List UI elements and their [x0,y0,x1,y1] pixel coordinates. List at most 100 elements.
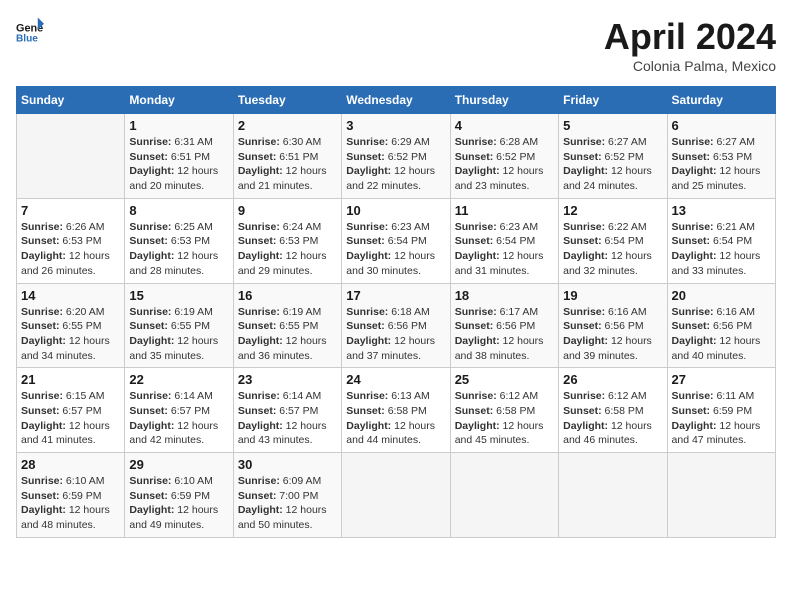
calendar-cell: 22Sunrise: 6:14 AMSunset: 6:57 PMDayligh… [125,368,233,453]
day-info: Sunrise: 6:11 AMSunset: 6:59 PMDaylight:… [672,389,771,448]
calendar-cell: 16 Sunrise: 6:19 AMSunset: 6:55 PMDayligh… [233,283,341,368]
calendar-cell: 15 Sunrise: 6:19 AMSunset: 6:55 PMDayligh… [125,283,233,368]
calendar-cell: 10 Sunrise: 6:23 AMSunset: 6:54 PMDayligh… [342,198,450,283]
weekday-header-friday: Friday [559,87,667,114]
month-title: April 2024 [604,16,776,58]
calendar-cell: 18 Sunrise: 6:17 AMSunset: 6:56 PMDayligh… [450,283,558,368]
day-number: 16 [238,288,337,303]
day-info: Sunrise: 6:14 AMSunset: 6:57 PMDaylight:… [238,389,337,448]
calendar-cell: 4 Sunrise: 6:28 AMSunset: 6:52 PMDaylight… [450,114,558,199]
day-info: Sunrise: 6:16 AMSunset: 6:56 PMDaylight:… [563,305,662,364]
day-number: 25 [455,372,554,387]
day-info: Sunrise: 6:25 AMSunset: 6:53 PMDaylight:… [129,220,228,279]
calendar-cell: 26Sunrise: 6:12 AMSunset: 6:58 PMDayligh… [559,368,667,453]
day-info: Sunrise: 6:16 AMSunset: 6:56 PMDaylight:… [672,305,771,364]
calendar-cell: 24Sunrise: 6:13 AMSunset: 6:58 PMDayligh… [342,368,450,453]
day-number: 18 [455,288,554,303]
calendar-cell [559,453,667,538]
calendar-cell: 2 Sunrise: 6:30 AMSunset: 6:51 PMDaylight… [233,114,341,199]
day-info: Sunrise: 6:13 AMSunset: 6:58 PMDaylight:… [346,389,445,448]
calendar-week-row: 7Sunrise: 6:26 AMSunset: 6:53 PMDaylight… [17,198,776,283]
calendar-cell [17,114,125,199]
day-number: 11 [455,203,554,218]
calendar-cell: 29 Sunrise: 6:10 AMSunset: 6:59 PMDayligh… [125,453,233,538]
weekday-header-saturday: Saturday [667,87,775,114]
day-number: 8 [129,203,228,218]
day-number: 2 [238,118,337,133]
day-info: Sunrise: 6:30 AMSunset: 6:51 PMDaylight:… [238,135,337,194]
calendar-cell: 30Sunrise: 6:09 AMSunset: 7:00 PMDayligh… [233,453,341,538]
calendar-cell: 5 Sunrise: 6:27 AMSunset: 6:52 PMDaylight… [559,114,667,199]
day-info: Sunrise: 6:23 AMSunset: 6:54 PMDaylight:… [346,220,445,279]
calendar-cell: 28 Sunrise: 6:10 AMSunset: 6:59 PMDayligh… [17,453,125,538]
day-info: Sunrise: 6:17 AMSunset: 6:56 PMDaylight:… [455,305,554,364]
calendar-cell: 1 Sunrise: 6:31 AMSunset: 6:51 PMDaylight… [125,114,233,199]
day-number: 9 [238,203,337,218]
day-number: 21 [21,372,120,387]
day-number: 3 [346,118,445,133]
calendar-cell: 14Sunrise: 6:20 AMSunset: 6:55 PMDayligh… [17,283,125,368]
calendar-cell: 8 Sunrise: 6:25 AMSunset: 6:53 PMDaylight… [125,198,233,283]
weekday-header-row: SundayMondayTuesdayWednesdayThursdayFrid… [17,87,776,114]
day-info: Sunrise: 6:29 AMSunset: 6:52 PMDaylight:… [346,135,445,194]
day-number: 20 [672,288,771,303]
day-number: 17 [346,288,445,303]
day-info: Sunrise: 6:10 AMSunset: 6:59 PMDaylight:… [21,474,120,533]
calendar-cell: 20 Sunrise: 6:16 AMSunset: 6:56 PMDayligh… [667,283,775,368]
day-number: 6 [672,118,771,133]
day-number: 4 [455,118,554,133]
logo: General Blue [16,16,44,44]
day-info: Sunrise: 6:23 AMSunset: 6:54 PMDaylight:… [455,220,554,279]
calendar-cell: 7Sunrise: 6:26 AMSunset: 6:53 PMDaylight… [17,198,125,283]
calendar-cell: 9 Sunrise: 6:24 AMSunset: 6:53 PMDaylight… [233,198,341,283]
day-info: Sunrise: 6:27 AMSunset: 6:53 PMDaylight:… [672,135,771,194]
day-info: Sunrise: 6:21 AMSunset: 6:54 PMDaylight:… [672,220,771,279]
calendar-week-row: 14Sunrise: 6:20 AMSunset: 6:55 PMDayligh… [17,283,776,368]
header: General Blue April 2024 Colonia Palma, M… [16,16,776,74]
calendar-cell: 12Sunrise: 6:22 AMSunset: 6:54 PMDayligh… [559,198,667,283]
calendar-cell: 19 Sunrise: 6:16 AMSunset: 6:56 PMDayligh… [559,283,667,368]
day-number: 10 [346,203,445,218]
calendar-week-row: 21 Sunrise: 6:15 AMSunset: 6:57 PMDayligh… [17,368,776,453]
calendar-cell [450,453,558,538]
calendar-cell: 3 Sunrise: 6:29 AMSunset: 6:52 PMDaylight… [342,114,450,199]
calendar-cell: 6 Sunrise: 6:27 AMSunset: 6:53 PMDaylight… [667,114,775,199]
day-info: Sunrise: 6:20 AMSunset: 6:55 PMDaylight:… [21,305,120,364]
day-number: 27 [672,372,771,387]
day-number: 30 [238,457,337,472]
day-number: 19 [563,288,662,303]
day-number: 13 [672,203,771,218]
day-info: Sunrise: 6:26 AMSunset: 6:53 PMDaylight:… [21,220,120,279]
calendar-cell: 17 Sunrise: 6:18 AMSunset: 6:56 PMDayligh… [342,283,450,368]
day-info: Sunrise: 6:19 AMSunset: 6:55 PMDaylight:… [129,305,228,364]
svg-text:Blue: Blue [16,34,38,44]
calendar-cell: 27 Sunrise: 6:11 AMSunset: 6:59 PMDayligh… [667,368,775,453]
calendar-week-row: 28 Sunrise: 6:10 AMSunset: 6:59 PMDayligh… [17,453,776,538]
day-info: Sunrise: 6:24 AMSunset: 6:53 PMDaylight:… [238,220,337,279]
day-info: Sunrise: 6:10 AMSunset: 6:59 PMDaylight:… [129,474,228,533]
logo-icon: General Blue [16,16,44,44]
day-number: 1 [129,118,228,133]
weekday-header-sunday: Sunday [17,87,125,114]
day-number: 15 [129,288,228,303]
day-info: Sunrise: 6:14 AMSunset: 6:57 PMDaylight:… [129,389,228,448]
calendar-cell: 11 Sunrise: 6:23 AMSunset: 6:54 PMDayligh… [450,198,558,283]
weekday-header-monday: Monday [125,87,233,114]
calendar-cell [342,453,450,538]
calendar-cell: 25Sunrise: 6:12 AMSunset: 6:58 PMDayligh… [450,368,558,453]
calendar-week-row: 1 Sunrise: 6:31 AMSunset: 6:51 PMDaylight… [17,114,776,199]
day-number: 29 [129,457,228,472]
weekday-header-tuesday: Tuesday [233,87,341,114]
subtitle: Colonia Palma, Mexico [604,58,776,74]
day-info: Sunrise: 6:27 AMSunset: 6:52 PMDaylight:… [563,135,662,194]
day-info: Sunrise: 6:31 AMSunset: 6:51 PMDaylight:… [129,135,228,194]
day-number: 28 [21,457,120,472]
day-info: Sunrise: 6:18 AMSunset: 6:56 PMDaylight:… [346,305,445,364]
day-info: Sunrise: 6:28 AMSunset: 6:52 PMDaylight:… [455,135,554,194]
day-number: 5 [563,118,662,133]
calendar-cell: 21 Sunrise: 6:15 AMSunset: 6:57 PMDayligh… [17,368,125,453]
day-number: 12 [563,203,662,218]
calendar-cell [667,453,775,538]
day-info: Sunrise: 6:15 AMSunset: 6:57 PMDaylight:… [21,389,120,448]
day-info: Sunrise: 6:19 AMSunset: 6:55 PMDaylight:… [238,305,337,364]
